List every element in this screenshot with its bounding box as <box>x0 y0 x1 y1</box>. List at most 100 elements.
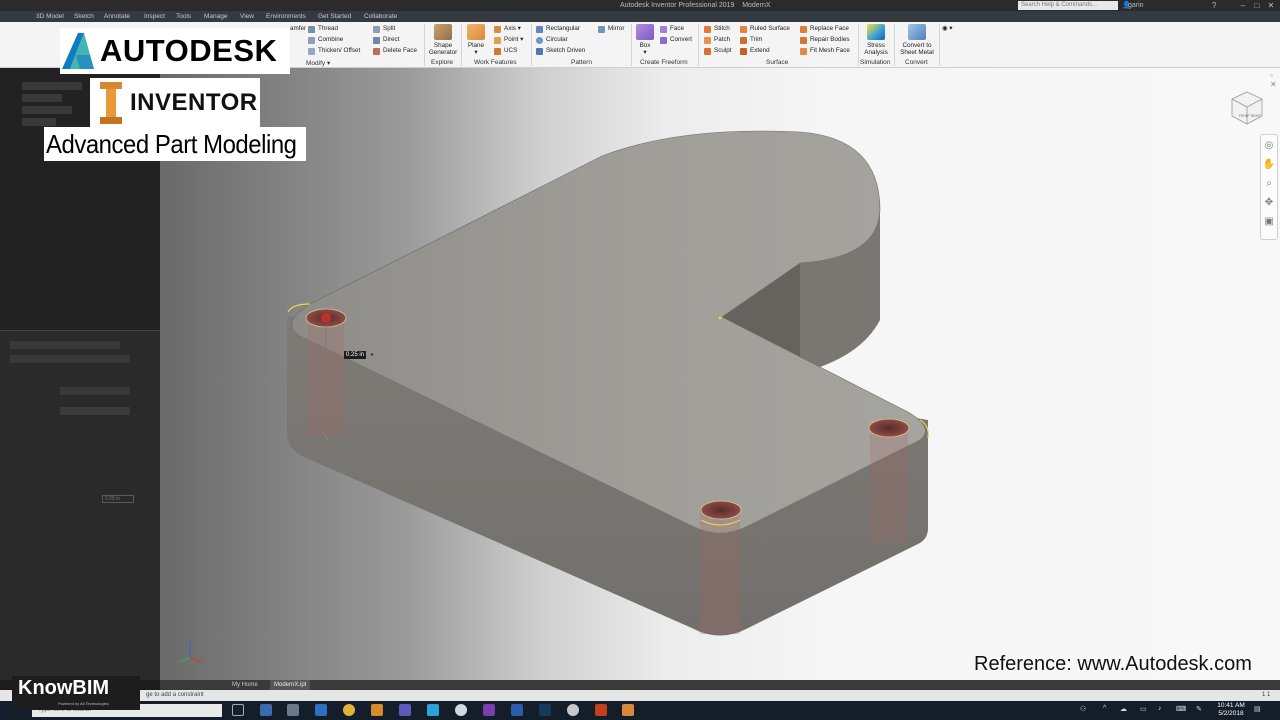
photoshop-icon[interactable] <box>539 704 551 716</box>
graphics-viewport[interactable]: FRONT RIGHT ◎ ✋ ⌕ ✥ ▣ 0.25 in ▸ ▫ ✕ Refe… <box>160 68 1280 680</box>
freeform-face-button[interactable]: Face <box>660 24 684 34</box>
knowbim-tagline: Powered by All Technologies <box>58 701 109 706</box>
tab-tools[interactable]: Tools <box>176 11 191 22</box>
keyboard-icon[interactable]: ⌨ <box>1176 705 1186 713</box>
autodesk-logo-icon <box>62 33 94 69</box>
ribbon-tab-row: 3D Model Sketch Annotate Inspect Tools M… <box>0 11 1280 22</box>
extend-button[interactable]: Extend <box>740 46 770 56</box>
volume-icon[interactable]: ♪ <box>1158 705 1162 712</box>
stitch-button[interactable]: Stitch <box>704 24 730 34</box>
tab-sketch[interactable]: Sketch <box>74 11 94 22</box>
sketch-driven-pattern-button[interactable]: Sketch Driven <box>536 46 585 56</box>
axis-triad-icon <box>178 642 203 663</box>
help-search-input[interactable]: Search Help & Commands... <box>1018 1 1118 10</box>
tray-chevron-icon[interactable]: ^ <box>1103 705 1106 712</box>
replace-face-button[interactable]: Replace Face <box>800 24 849 34</box>
network-icon[interactable]: ▭ <box>1140 705 1147 713</box>
settings-icon[interactable] <box>455 704 467 716</box>
convert-to-sheet-metal-button[interactable]: Convert to Sheet Metal <box>896 24 938 56</box>
outlook-icon[interactable] <box>315 704 327 716</box>
circular-pattern-button[interactable]: Circular <box>536 35 568 45</box>
media-icon[interactable] <box>567 704 579 716</box>
document-tabs: My Home ModernX.ipt <box>160 680 1280 690</box>
powerpoint-icon[interactable] <box>595 704 607 716</box>
skype-icon[interactable] <box>427 704 439 716</box>
tab-view[interactable]: View <box>240 11 254 22</box>
freeform-box-button[interactable]: Box ▾ <box>634 24 656 56</box>
viewport-options-icon[interactable]: ▫ ✕ <box>1270 71 1280 89</box>
direct-button[interactable]: Direct <box>373 35 399 45</box>
thread-button[interactable]: Thread <box>308 24 338 34</box>
viewcube[interactable]: FRONT RIGHT <box>1228 90 1266 128</box>
store-icon[interactable] <box>287 704 299 716</box>
properties-panel[interactable]: 0.25 in <box>0 330 160 680</box>
point-button[interactable]: Point ▾ <box>494 35 523 45</box>
steering-wheel-icon[interactable]: ◎ <box>1261 138 1277 154</box>
course-title: Advanced Part Modeling <box>46 129 297 159</box>
combine-button[interactable]: Combine <box>308 35 343 45</box>
property-row <box>60 387 130 395</box>
hole-3[interactable] <box>868 418 910 438</box>
people-icon[interactable]: ⚇ <box>1080 705 1086 713</box>
word-icon[interactable] <box>511 704 523 716</box>
orbit-icon[interactable]: ✥ <box>1261 195 1277 211</box>
left-dimension-field[interactable]: 0.25 in <box>102 495 134 503</box>
ucs-button[interactable]: UCS <box>494 46 517 56</box>
pan-icon[interactable]: ✋ <box>1261 157 1277 173</box>
onenote-icon[interactable] <box>483 704 495 716</box>
tab-environments[interactable]: Environments <box>266 11 306 22</box>
file-explorer-icon[interactable] <box>260 704 272 716</box>
ribbon-options-button[interactable]: ◉ ▾ <box>942 24 952 34</box>
freeform-convert-button[interactable]: Convert <box>660 35 692 45</box>
look-at-icon[interactable]: ▣ <box>1261 214 1277 230</box>
repair-bodies-button[interactable]: Repair Bodies <box>800 35 850 45</box>
stress-analysis-button[interactable]: Stress Analysis <box>860 24 892 56</box>
tab-collaborate[interactable]: Collaborate <box>364 11 397 22</box>
tab-get-started[interactable]: Get Started <box>318 11 351 22</box>
thicken-offset-button[interactable]: Thicken/ Offset <box>308 46 360 56</box>
sculpt-button[interactable]: Sculpt <box>704 46 732 56</box>
help-icon[interactable]: ? <box>1212 0 1216 11</box>
chrome-icon[interactable] <box>343 704 355 716</box>
split-button[interactable]: Split <box>373 24 395 34</box>
dimension-arrow-icon[interactable]: ▸ <box>371 351 374 359</box>
tab-my-home[interactable]: My Home <box>228 680 262 690</box>
panel-label-modify[interactable]: Modify ▾ <box>306 59 330 67</box>
tab-inspect[interactable]: Inspect <box>144 11 165 22</box>
shape-generator-button[interactable]: Shape Generator <box>426 24 460 56</box>
teams-icon[interactable] <box>399 704 411 716</box>
trim-button[interactable]: Trim <box>740 35 762 45</box>
plane-button[interactable]: Plane ▾ <box>464 24 488 56</box>
reference-credit: Reference: www.Autodesk.com <box>974 653 1252 675</box>
ribbon-separator <box>531 24 532 66</box>
dimension-value[interactable]: 0.25 in <box>344 351 367 359</box>
zoom-icon[interactable]: ⌕ <box>1261 176 1277 192</box>
chamfer-button[interactable]: amfer <box>290 24 306 34</box>
inventor-taskbar-icon[interactable] <box>622 704 634 716</box>
rectangular-pattern-button[interactable]: Rectangular <box>536 24 580 34</box>
minimize-icon[interactable]: – <box>1236 0 1250 11</box>
mirror-button[interactable]: Mirror <box>598 24 624 34</box>
inventor-logo: INVENTOR <box>90 78 260 128</box>
patch-button[interactable]: Patch <box>704 35 730 45</box>
ruled-surface-icon <box>740 25 747 33</box>
ruled-surface-button[interactable]: Ruled Surface <box>740 24 790 34</box>
taskbar-clock[interactable]: 10:41 AM 5/2/2018 <box>1214 702 1248 718</box>
pen-icon[interactable]: ✎ <box>1196 705 1202 713</box>
delete-face-button[interactable]: Delete Face <box>373 46 417 56</box>
user-name[interactable]: garin <box>1128 0 1144 11</box>
task-view-icon[interactable] <box>232 704 244 716</box>
axis-button[interactable]: Axis ▾ <box>494 24 521 34</box>
notifications-icon[interactable]: ▤ <box>1254 705 1261 713</box>
close-icon[interactable]: ✕ <box>1264 0 1278 11</box>
part-model[interactable] <box>160 68 1280 680</box>
hole-2[interactable] <box>700 500 742 520</box>
tab-annotate[interactable]: Annotate <box>104 11 130 22</box>
tab-modernx[interactable]: ModernX.ipt <box>270 680 311 690</box>
maximize-icon[interactable]: □ <box>1250 0 1264 11</box>
tab-manage[interactable]: Manage <box>204 11 228 22</box>
filezilla-icon[interactable] <box>371 704 383 716</box>
tab-3d-model[interactable]: 3D Model <box>36 11 64 22</box>
fit-mesh-face-button[interactable]: Fit Mesh Face <box>800 46 850 56</box>
onedrive-icon[interactable]: ☁ <box>1120 705 1127 713</box>
